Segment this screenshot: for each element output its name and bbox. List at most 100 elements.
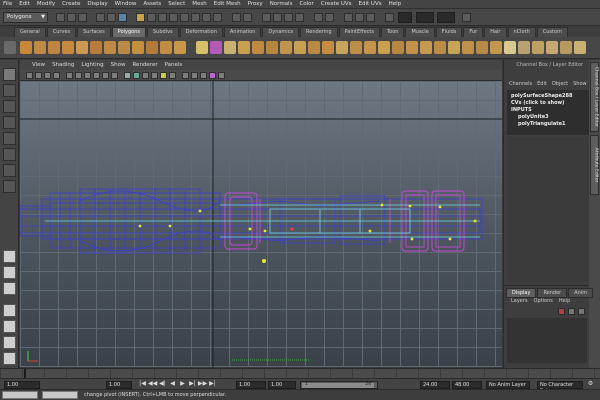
spherical-map-icon[interactable]	[546, 41, 558, 54]
animation-end-field[interactable]: 48.00	[452, 381, 482, 389]
step-back-frame-icon[interactable]: ◀|	[158, 380, 167, 387]
shelf-tab-general[interactable]: General	[14, 27, 46, 37]
panel-menu-show[interactable]: Show	[111, 62, 126, 68]
menu-set-dropdown[interactable]: Polygons ▼	[3, 12, 48, 23]
perspective-viewport[interactable]	[20, 81, 502, 367]
construction-history-icon[interactable]	[325, 13, 334, 22]
menu-window[interactable]: Window	[115, 1, 137, 7]
sew-uv-icon[interactable]	[574, 41, 586, 54]
layer-menu-layers[interactable]: Layers	[511, 298, 528, 304]
universal-manipulator-icon[interactable]	[3, 164, 16, 177]
channel-menu-show[interactable]: Show	[573, 81, 587, 87]
poly-pyramid-icon[interactable]	[118, 41, 130, 54]
channel-menu-channels[interactable]: Channels	[509, 81, 532, 87]
menu-edit-uvs[interactable]: Edit UVs	[359, 1, 382, 7]
textured-icon[interactable]	[151, 72, 158, 79]
mask-dynamic-icon[interactable]	[191, 13, 200, 22]
minimized-window-1[interactable]	[2, 391, 38, 399]
poly-platonic-icon[interactable]	[174, 41, 186, 54]
input-node-poly-triangulate[interactable]: polyTriangulate1	[511, 121, 585, 128]
poly-pipe-icon[interactable]	[132, 41, 144, 54]
paint-select-tool-icon[interactable]	[3, 100, 16, 113]
cylindrical-map-icon[interactable]	[532, 41, 544, 54]
layout-uv-editor-icon[interactable]	[3, 336, 16, 349]
uv-editor-icon[interactable]	[504, 41, 516, 54]
extract-icon[interactable]	[224, 41, 236, 54]
field-chart-icon[interactable]	[102, 72, 109, 79]
input-node-poly-unite[interactable]: polyUnite3	[511, 114, 585, 121]
minimized-window-2[interactable]	[42, 391, 78, 399]
poly-cube-icon[interactable]	[34, 41, 46, 54]
poly-plane-icon[interactable]	[76, 41, 88, 54]
gate-mask-icon[interactable]	[93, 72, 100, 79]
new-empty-layer-icon[interactable]	[578, 308, 585, 315]
separate-icon[interactable]	[210, 41, 222, 54]
menu-file[interactable]: File	[3, 1, 12, 7]
use-all-lights-icon[interactable]	[160, 72, 167, 79]
layer-tab-anim[interactable]: Anim	[568, 288, 594, 298]
snap-grid-icon[interactable]	[262, 13, 271, 22]
rotate-tool-icon[interactable]	[3, 132, 16, 145]
layout-hypershade-icon[interactable]	[3, 320, 16, 333]
reduce-icon[interactable]	[308, 41, 320, 54]
wedge-icon[interactable]	[434, 41, 446, 54]
panel-menu-renderer[interactable]: Renderer	[132, 62, 157, 68]
shelf-tab-fur[interactable]: Fur	[463, 27, 484, 37]
go-to-end-icon[interactable]: ▶|	[208, 380, 217, 387]
poly-soccer-icon[interactable]	[160, 41, 172, 54]
resolution-gate-icon[interactable]	[84, 72, 91, 79]
cvs-toggle[interactable]: CVs (click to show)	[511, 100, 585, 107]
playback-end-field[interactable]: 24.00	[420, 381, 450, 389]
layer-list[interactable]	[507, 318, 587, 363]
snap-plane-icon[interactable]	[295, 13, 304, 22]
playback-start-field[interactable]: 1.00	[236, 381, 266, 389]
menu-select[interactable]: Select	[168, 1, 185, 7]
scale-tool-icon[interactable]	[3, 148, 16, 161]
poly-prism-icon[interactable]	[104, 41, 116, 54]
grid-toggle-icon[interactable]	[66, 72, 73, 79]
channel-menu-edit[interactable]: Edit	[537, 81, 547, 87]
camera-attributes-icon[interactable]	[35, 72, 42, 79]
menu-modify[interactable]: Modify	[37, 1, 55, 7]
append-polygon-icon[interactable]	[336, 41, 348, 54]
layer-tab-render[interactable]: Render	[537, 288, 568, 298]
combine-icon[interactable]	[196, 41, 208, 54]
shelf-tab-surfaces[interactable]: Surfaces	[77, 27, 111, 37]
collapse-icon[interactable]	[476, 41, 488, 54]
shelf-tab-muscle[interactable]: Muscle	[405, 27, 435, 37]
menu-edit-mesh[interactable]: Edit Mesh	[214, 1, 241, 7]
input-line-field-b[interactable]	[416, 12, 434, 23]
mask-deform-icon[interactable]	[180, 13, 189, 22]
menu-mesh[interactable]: Mesh	[192, 1, 206, 7]
offset-edge-loop-icon[interactable]	[378, 41, 390, 54]
menu-display[interactable]: Display	[87, 1, 107, 7]
layout-custom-icon[interactable]	[3, 352, 16, 365]
select-component-icon[interactable]	[118, 13, 127, 22]
save-scene-icon[interactable]	[78, 13, 87, 22]
shelf-tab-ncloth[interactable]: nCloth	[507, 27, 536, 37]
menu-assets[interactable]: Assets	[143, 1, 161, 7]
lock-selection-icon[interactable]	[232, 13, 241, 22]
layer-tab-display[interactable]: Display	[506, 288, 537, 298]
menu-help[interactable]: Help	[389, 1, 402, 7]
time-slider[interactable]	[0, 368, 600, 379]
panel-menu-shading[interactable]: Shading	[52, 62, 74, 68]
mask-misc-icon[interactable]	[213, 13, 222, 22]
wireframe-on-shaded-icon[interactable]	[142, 72, 149, 79]
smooth-icon[interactable]	[294, 41, 306, 54]
panel-menu-lighting[interactable]: Lighting	[81, 62, 103, 68]
input-line-field-c[interactable]	[437, 12, 455, 23]
step-forward-key-icon[interactable]: ▶▶	[198, 380, 207, 387]
step-forward-frame-icon[interactable]: ▶|	[188, 380, 197, 387]
playback-range-slider[interactable]: 1 24	[300, 381, 378, 389]
crease-icon[interactable]	[490, 41, 502, 54]
new-layer-from-selection-icon[interactable]	[558, 308, 565, 315]
layout-persp-graph-icon[interactable]	[3, 304, 16, 317]
lasso-tool-icon[interactable]	[3, 84, 16, 97]
select-hierarchy-icon[interactable]	[96, 13, 105, 22]
mask-render-icon[interactable]	[202, 13, 211, 22]
input-line-icon[interactable]	[385, 13, 394, 22]
ipr-render-icon[interactable]	[355, 13, 364, 22]
step-back-key-icon[interactable]: ◀◀	[148, 380, 157, 387]
bridge-icon[interactable]	[406, 41, 418, 54]
